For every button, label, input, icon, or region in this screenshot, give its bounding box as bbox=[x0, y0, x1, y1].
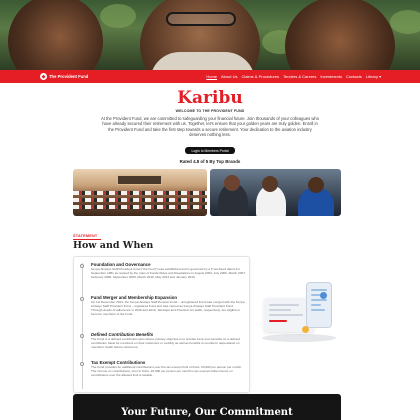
hero-shirt bbox=[150, 52, 255, 70]
event-photo-hall bbox=[73, 169, 207, 216]
hero-glasses bbox=[166, 12, 236, 26]
timeline-dot-icon bbox=[80, 264, 84, 268]
phone-line bbox=[311, 299, 327, 301]
hero-photo bbox=[0, 0, 420, 70]
illustration-bar bbox=[269, 304, 299, 306]
brand-name: The Provident Fund bbox=[49, 74, 89, 79]
timeline-card: Foundation and Governance Kenya Airways … bbox=[73, 256, 250, 393]
nav-item-investments[interactable]: Investments bbox=[320, 74, 342, 79]
nav-item-about-us[interactable]: About Us bbox=[221, 74, 237, 79]
stage-screen bbox=[117, 175, 162, 185]
illustration-coin-icon bbox=[302, 326, 309, 333]
event-photo-audience bbox=[210, 169, 341, 216]
timeline-item-text: On 1st December 2014, the Kenya Airways … bbox=[91, 300, 245, 316]
phone-line bbox=[311, 289, 327, 291]
timeline-dot-icon bbox=[80, 334, 84, 338]
welcome-subtitle: WELCOME TO THE PROVIDENT FUND bbox=[175, 109, 245, 113]
person-head bbox=[308, 177, 324, 193]
intro-paragraph: At the Provident Fund, we are committed … bbox=[100, 116, 320, 138]
timeline-dot-icon bbox=[80, 362, 84, 366]
timeline-dot-icon bbox=[80, 297, 84, 301]
audience-row bbox=[73, 191, 207, 195]
phone-line bbox=[311, 304, 321, 306]
illustration-bar bbox=[269, 320, 287, 322]
audience-row bbox=[73, 198, 207, 202]
timeline-item-text: Kenya Airways Staff Provident Fund ("the… bbox=[91, 267, 246, 279]
phone-line bbox=[311, 309, 325, 311]
hero-person-left bbox=[8, 0, 103, 70]
page-title: Karibu bbox=[177, 88, 243, 108]
timeline-item-text: The Fund provides for additional contrib… bbox=[91, 365, 242, 377]
rating-text: Rated 4.8 of 5 By Top Brands bbox=[179, 159, 241, 164]
illustration-bar bbox=[269, 309, 291, 311]
hero-foliage bbox=[100, 4, 136, 28]
finance-illustration bbox=[262, 282, 342, 352]
brand-logo[interactable]: ◆ The Provident Fund bbox=[40, 73, 88, 80]
nav-menu: Home About Us Claims & Procedures Tender… bbox=[206, 74, 381, 79]
main-navbar: ◆ The Provident Fund Home About Us Claim… bbox=[0, 70, 420, 83]
audience-row bbox=[73, 205, 207, 209]
person-head bbox=[224, 175, 240, 191]
person-head bbox=[262, 176, 278, 192]
illustration-shadow bbox=[262, 334, 336, 342]
nav-item-library[interactable]: Library ▾ bbox=[366, 74, 381, 79]
illustration-bar bbox=[269, 314, 303, 316]
members-portal-login-button[interactable]: Login to Members Portal bbox=[185, 147, 235, 154]
nav-item-home[interactable]: Home bbox=[206, 74, 217, 79]
nav-item-tenders-careers[interactable]: Tenders & Careers bbox=[283, 74, 316, 79]
timeline-line bbox=[82, 263, 83, 389]
commitment-title: Your Future, Our Commitment bbox=[121, 407, 293, 418]
nav-item-contacts[interactable]: Contacts bbox=[346, 74, 362, 79]
nav-item-claims-procedures[interactable]: Claims & Procedures bbox=[241, 74, 279, 79]
illustration-bubble-icon bbox=[320, 292, 327, 299]
logo-icon: ◆ bbox=[40, 73, 47, 80]
section-title: How and When bbox=[73, 240, 154, 251]
hero-foliage bbox=[390, 10, 420, 34]
illustration-phone bbox=[306, 282, 332, 328]
hero-person-right bbox=[285, 0, 395, 70]
section-eyebrow: STATEMENT bbox=[73, 234, 98, 238]
commitment-banner: Your Future, Our Commitment bbox=[73, 394, 341, 420]
timeline-item-text: The Fund is a defined contribution plan … bbox=[91, 337, 240, 349]
